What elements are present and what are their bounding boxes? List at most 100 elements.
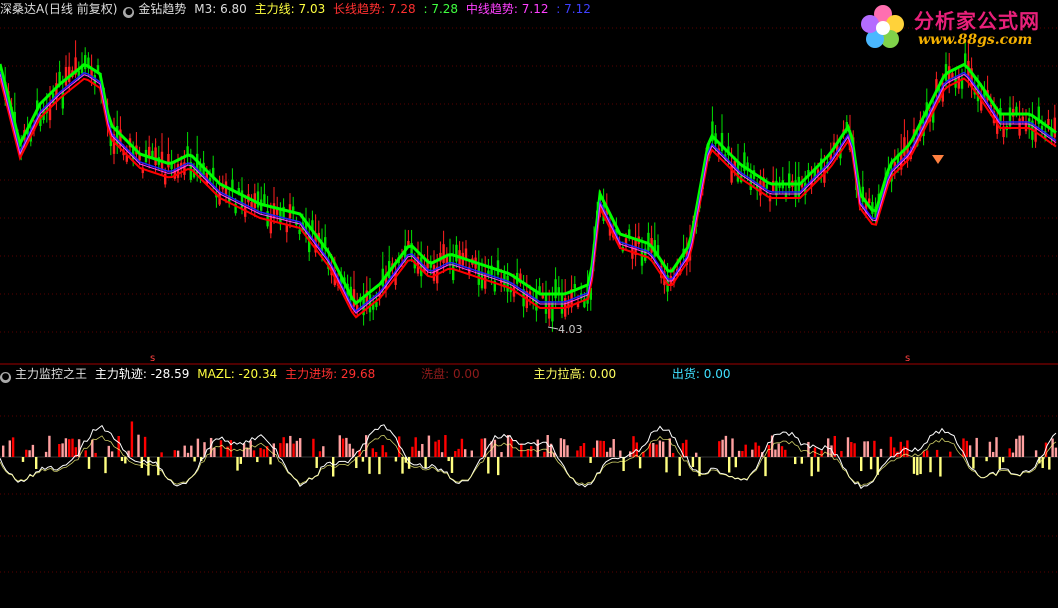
m3-value: M3: 6.80 bbox=[194, 2, 247, 16]
mazl-value: MAZL: -20.34 bbox=[197, 367, 278, 381]
histogram-bar bbox=[975, 437, 978, 457]
diamond-icon bbox=[932, 155, 944, 164]
settings-icon[interactable]: ● bbox=[123, 7, 135, 18]
histogram-bar bbox=[853, 443, 856, 457]
histogram-bar bbox=[935, 449, 939, 457]
histogram-bar bbox=[190, 445, 193, 457]
histogram-bar bbox=[744, 444, 747, 457]
histogram-bar bbox=[71, 438, 74, 457]
histogram-bar bbox=[292, 443, 295, 457]
histogram-bar bbox=[345, 437, 348, 457]
histogram-bar bbox=[365, 435, 368, 457]
histogram-bar bbox=[916, 457, 919, 476]
histogram-bar bbox=[536, 439, 539, 457]
stock-chart[interactable]: s s 4.03 bbox=[0, 0, 1058, 608]
histogram-bar bbox=[444, 435, 447, 457]
histogram-bar bbox=[173, 450, 176, 457]
histogram-bar bbox=[348, 443, 351, 457]
histogram-bar bbox=[563, 439, 566, 457]
histogram-bar bbox=[632, 436, 635, 457]
candle-body bbox=[442, 244, 445, 263]
histogram-series bbox=[0, 421, 1058, 477]
histogram-bar bbox=[678, 457, 681, 476]
histogram-bar bbox=[579, 445, 582, 457]
histogram-bar bbox=[638, 457, 642, 469]
histogram-bar bbox=[480, 438, 483, 457]
histogram-bar bbox=[506, 435, 510, 457]
histogram-bar bbox=[381, 445, 384, 457]
histogram-bar bbox=[411, 446, 414, 457]
histogram-bar bbox=[193, 457, 196, 462]
histogram-bar bbox=[985, 457, 988, 462]
histogram-bar bbox=[543, 451, 546, 457]
histogram-bar bbox=[764, 457, 767, 477]
long-trend-value: : 7.28 bbox=[381, 2, 416, 16]
histogram-bar bbox=[500, 452, 503, 457]
histogram-bar bbox=[622, 457, 625, 472]
histogram-bar bbox=[25, 449, 28, 457]
histogram-bar bbox=[992, 451, 995, 457]
histogram-bar bbox=[338, 435, 341, 457]
candle-body bbox=[292, 206, 295, 211]
histogram-bar bbox=[860, 457, 863, 472]
histogram-bar bbox=[596, 440, 599, 457]
histogram-bar bbox=[427, 435, 431, 457]
histogram-bar bbox=[368, 457, 371, 474]
histogram-bar bbox=[774, 449, 777, 457]
histogram-bar bbox=[447, 457, 450, 462]
mid-trend-value: : 7.12 bbox=[513, 2, 549, 16]
candle-body bbox=[1053, 117, 1056, 138]
marker-s-2: s bbox=[905, 353, 910, 364]
histogram-bar bbox=[721, 439, 724, 457]
histogram-bar bbox=[371, 448, 374, 457]
histogram-bar bbox=[685, 439, 688, 457]
logo-brand: 分析家公式网 bbox=[914, 9, 1040, 33]
histogram-bar bbox=[754, 442, 757, 457]
histogram-bar bbox=[361, 457, 365, 462]
histogram-bar bbox=[665, 457, 668, 473]
histogram-bar bbox=[602, 440, 605, 457]
histogram-bar bbox=[35, 457, 38, 469]
histogram-bar bbox=[1034, 450, 1038, 457]
histogram-bar bbox=[239, 457, 242, 464]
top-panel-header: 深桑达A(日线 前复权) ● 金钻趋势 M3: 6.80 主力线: 7.03 长线趋… bbox=[0, 0, 595, 18]
histogram-bar bbox=[1054, 447, 1058, 457]
marker-s-1: s bbox=[150, 353, 155, 364]
histogram-bar bbox=[1011, 452, 1015, 457]
histogram-bar bbox=[493, 439, 497, 457]
histogram-bar bbox=[186, 452, 190, 457]
histogram-bar bbox=[450, 457, 454, 473]
histogram-bar bbox=[487, 457, 490, 474]
m3-line bbox=[0, 73, 1057, 314]
histogram-bar bbox=[926, 450, 929, 457]
settings-icon[interactable]: ● bbox=[0, 372, 11, 383]
histogram-bar bbox=[800, 457, 803, 464]
candle-body bbox=[477, 265, 480, 285]
histogram-bar bbox=[421, 443, 424, 457]
histogram-bar bbox=[1041, 457, 1044, 469]
histogram-bar bbox=[262, 449, 266, 457]
histogram-bar bbox=[889, 436, 893, 457]
histogram-bar bbox=[662, 441, 665, 457]
histogram-bar bbox=[417, 450, 421, 457]
histogram-bar bbox=[873, 440, 876, 457]
histogram-bar bbox=[143, 436, 147, 457]
entry-value: 主力进场: 29.68 bbox=[285, 367, 376, 381]
candle-body bbox=[573, 284, 576, 289]
candle-body bbox=[868, 198, 871, 203]
trend-lines bbox=[0, 62, 1057, 319]
candle-body bbox=[432, 265, 436, 281]
histogram-bar bbox=[817, 457, 820, 472]
histogram-bar bbox=[457, 448, 460, 457]
histogram-bar bbox=[559, 438, 563, 457]
histogram-bar bbox=[183, 445, 186, 457]
histogram-bar bbox=[840, 451, 843, 457]
histogram-bar bbox=[31, 444, 35, 457]
histogram-bar bbox=[94, 452, 97, 457]
histogram-bar bbox=[810, 457, 813, 477]
histogram-bar bbox=[2, 445, 5, 457]
histogram-bar bbox=[315, 457, 318, 468]
main-line-value: 主力线: 7.03 bbox=[254, 2, 326, 16]
histogram-bar bbox=[440, 452, 444, 457]
histogram-bar bbox=[794, 457, 797, 465]
